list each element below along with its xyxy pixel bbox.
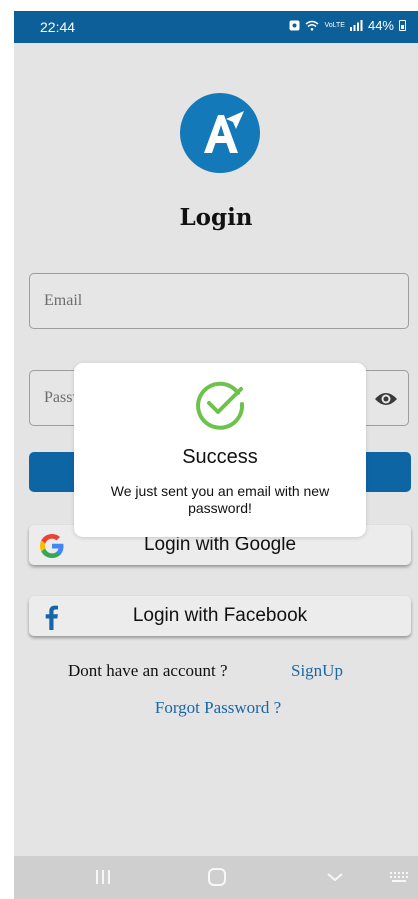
navigation-bar (14, 856, 418, 899)
no-account-text: Dont have an account ? (68, 661, 228, 680)
signal-icon (349, 20, 363, 31)
signup-link[interactable]: SignUp (291, 661, 343, 681)
app-logo-a-icon (180, 93, 260, 173)
eye-icon[interactable] (374, 389, 398, 409)
battery-percent: 44% (367, 18, 394, 33)
volte-label: VoLTE (324, 22, 345, 29)
keyboard-icon[interactable] (388, 868, 410, 886)
facebook-login-button[interactable]: Login with Facebook (29, 596, 411, 636)
notification-icon (289, 20, 300, 31)
home-icon[interactable] (207, 868, 227, 886)
status-time: 22:44 (40, 19, 76, 35)
email-field[interactable] (30, 274, 408, 328)
battery-icon (399, 20, 406, 31)
back-chevron-down-icon[interactable] (326, 868, 344, 886)
wifi-icon (305, 20, 319, 31)
dialog-title: Success (182, 446, 258, 468)
email-field-container (29, 273, 409, 329)
success-dialog: Success We just sent you an email with n… (74, 363, 366, 537)
google-login-label: Login with Google (143, 534, 297, 555)
logo-letter-a-icon (204, 111, 244, 153)
phone-screen: 22:44 VoLTE 44% Login Email Login with G… (14, 11, 418, 899)
status-icons: VoLTE 44% (289, 18, 406, 33)
facebook-login-label: Login with Facebook (132, 605, 308, 626)
forgot-password-link[interactable]: Forgot Password ? (14, 698, 418, 718)
dialog-message: We just sent you an email with new passw… (110, 483, 330, 516)
check-circle-icon (196, 381, 245, 430)
recent-apps-icon[interactable] (94, 868, 112, 886)
status-bar: 22:44 VoLTE 44% (14, 11, 418, 43)
page-title: Login (179, 204, 253, 231)
